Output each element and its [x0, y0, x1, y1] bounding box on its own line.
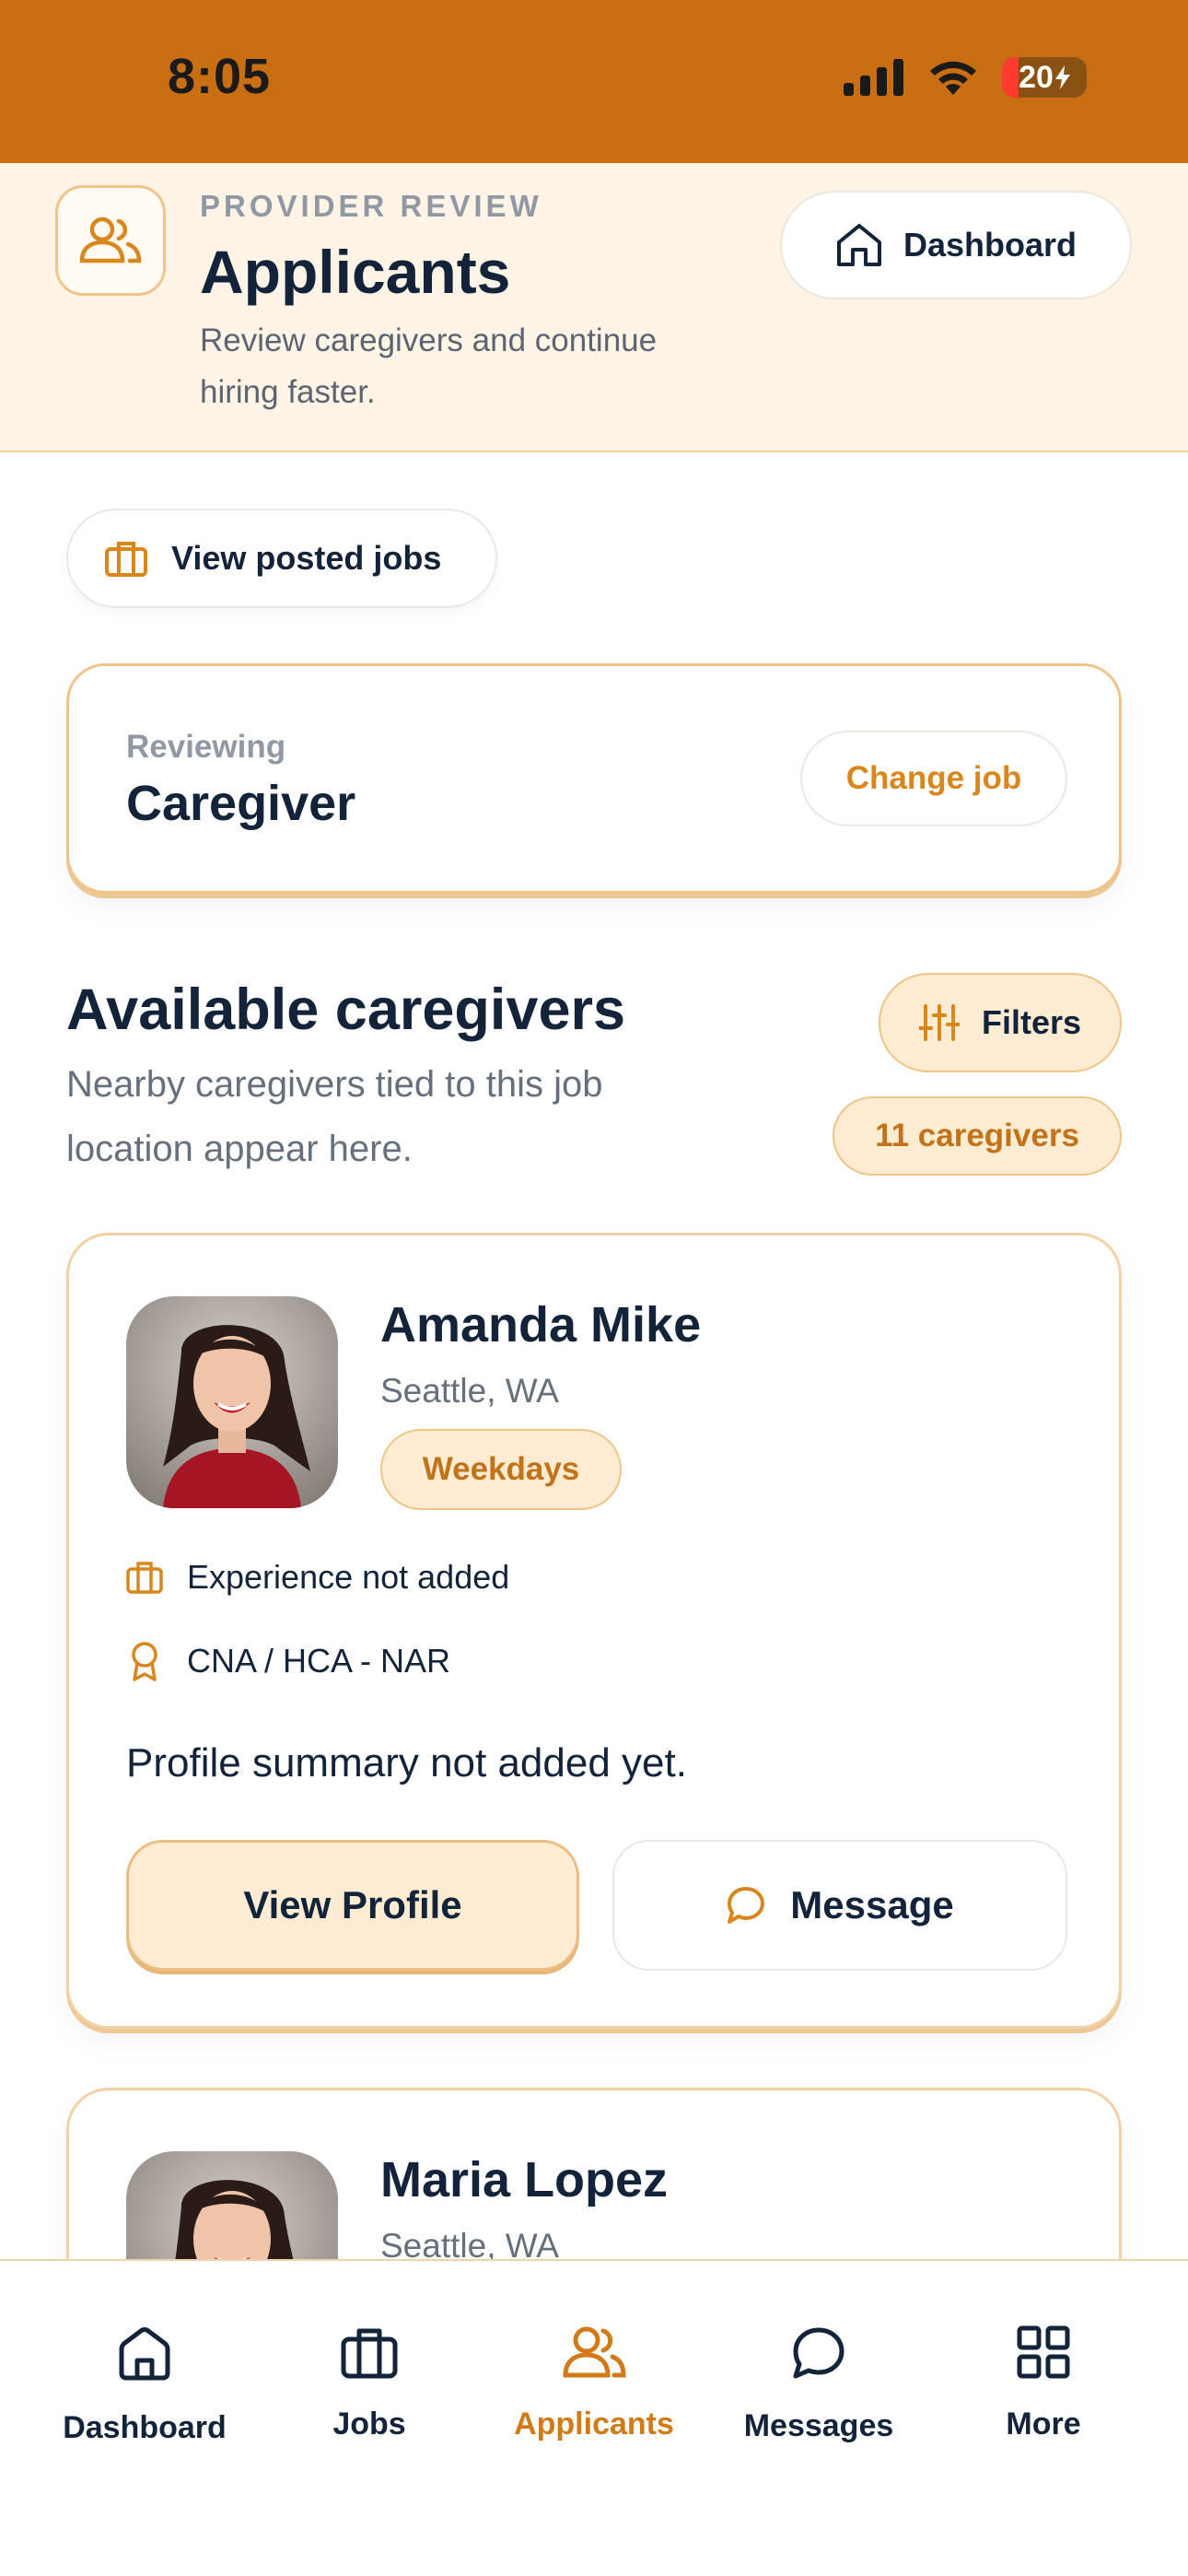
home-indicator [418, 2541, 770, 2554]
tab-more[interactable]: More [933, 2325, 1154, 2442]
home-icon [836, 224, 881, 266]
reviewing-job-title: Caregiver [126, 776, 356, 831]
view-profile-button[interactable]: View Profile [126, 1840, 579, 1971]
view-posted-jobs-label: View posted jobs [171, 539, 442, 577]
tab-applicants-label: Applicants [514, 2406, 674, 2441]
filters-label: Filters [981, 1003, 1082, 1041]
change-job-button[interactable]: Change job [800, 731, 1067, 826]
home-icon [119, 2327, 170, 2381]
chat-bubble-icon [728, 1887, 765, 1924]
battery-charging-icon: 20 [1002, 57, 1087, 98]
page-header: PROVIDER REVIEW Applicants Review caregi… [0, 163, 1188, 452]
status-time: 8:05 [168, 49, 272, 104]
tab-dashboard[interactable]: Dashboard [34, 2325, 255, 2446]
section-title: Available caregivers [66, 978, 626, 1042]
wifi-icon [930, 61, 976, 95]
reviewing-label: Reviewing [126, 729, 286, 765]
filters-button[interactable]: Filters [879, 973, 1122, 1072]
view-posted-jobs-button[interactable]: View posted jobs [66, 509, 497, 608]
page-subtitle: Review caregivers and continue hiring fa… [200, 322, 658, 410]
bottom-tab-bar: Dashboard Jobs Applicants Messages More [0, 2259, 1188, 2576]
page-title: Applicants [200, 238, 511, 306]
dashboard-button[interactable]: Dashboard [780, 191, 1132, 299]
status-icons: 20 [844, 57, 1087, 98]
cellular-signal-icon [844, 59, 903, 96]
profile-summary: Profile summary not added yet. [126, 1740, 687, 1786]
tab-applicants[interactable]: Applicants [483, 2325, 705, 2442]
briefcase-icon [341, 2328, 398, 2379]
tab-jobs-label: Jobs [332, 2406, 406, 2441]
briefcase-icon [126, 1562, 163, 1594]
award-icon [132, 1642, 157, 1681]
caregiver-card: Amanda Mike Seattle, WA Weekdays Experie… [66, 1233, 1122, 2029]
experience-row: Experience not added [126, 1558, 509, 1597]
chat-bubble-icon [793, 2327, 844, 2379]
status-bar: 8:05 20 [0, 0, 1188, 163]
experience-text: Experience not added [187, 1558, 510, 1596]
tab-messages[interactable]: Messages [708, 2325, 929, 2444]
users-icon [55, 185, 166, 296]
users-icon [563, 2326, 626, 2378]
certification-row: CNA / HCA - NAR [126, 1641, 450, 1681]
sliders-icon [918, 1004, 960, 1041]
reviewing-job-card: Reviewing Caregiver Change job [66, 663, 1122, 894]
caregiver-location: Seattle, WA [380, 1372, 559, 1410]
dashboard-button-label: Dashboard [903, 226, 1077, 263]
page-eyebrow: PROVIDER REVIEW [200, 189, 542, 223]
caregiver-name: Amanda Mike [380, 1297, 702, 1352]
caregiver-photo [126, 1296, 338, 1508]
availability-badge: Weekdays [380, 1429, 622, 1510]
tab-more-label: More [1006, 2406, 1081, 2441]
message-button-label: Message [790, 1883, 954, 1926]
caregiver-count-badge: 11 caregivers [833, 1096, 1122, 1176]
tab-dashboard-label: Dashboard [63, 2410, 227, 2445]
grid-icon [1017, 2325, 1070, 2379]
message-button[interactable]: Message [612, 1840, 1067, 1971]
briefcase-icon [105, 542, 147, 577]
section-subtitle: Nearby caregivers tied to this job locat… [66, 1064, 603, 1169]
caregiver-name: Maria Lopez [380, 2152, 669, 2207]
certification-text: CNA / HCA - NAR [187, 1642, 451, 1680]
tab-messages-label: Messages [743, 2408, 894, 2443]
tab-jobs[interactable]: Jobs [259, 2325, 480, 2442]
